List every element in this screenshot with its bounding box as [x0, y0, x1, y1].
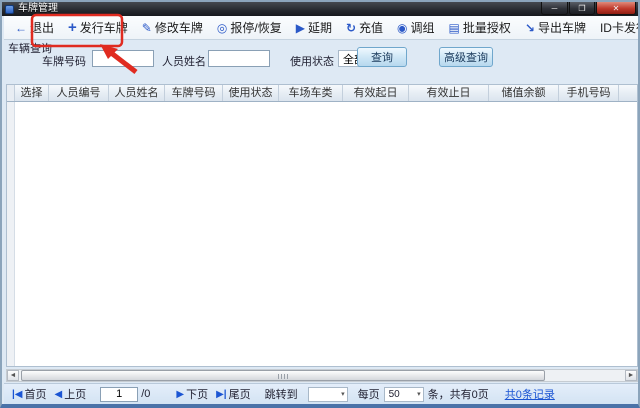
vehicle-table: 选择 人员编号 人员姓名 车牌号码 使用状态 车场车类 有效起日 有效止日 储值…	[6, 84, 638, 367]
column-header-valid-end[interactable]: 有效止日	[409, 85, 489, 101]
next-page-icon: ▶	[176, 389, 184, 400]
column-header-person-id[interactable]: 人员编号	[49, 85, 109, 101]
person-name-input[interactable]	[208, 50, 270, 67]
pagination-bar: |◀ 首页 ◀ 上页 /0 ▶ 下页 ▶| 尾页 跳转到 ▾ 每页 50 ▾ 条…	[4, 383, 638, 404]
toolbar-label-pause-restore: 报停/恢复	[230, 19, 281, 36]
use-status-label: 使用状态	[290, 53, 334, 69]
maximize-button[interactable]: ❐	[569, 2, 595, 15]
toolbar-label-exit: 退出	[30, 19, 54, 36]
page-total-label: /0	[141, 388, 150, 400]
first-page-button[interactable]: |◀ 首页	[10, 386, 47, 402]
row-selector-gutter	[7, 85, 15, 101]
batch-auth-icon: ▤	[449, 21, 460, 35]
scroll-right-icon[interactable]: ►	[625, 370, 637, 381]
toolbar-button-batch-auth[interactable]: ▤ 批量授权	[442, 17, 518, 39]
toolbar-label-adjust-group: 调组	[411, 19, 435, 36]
window-controls: ─ ❐ ✕	[540, 2, 636, 15]
jump-to-label: 跳转到	[265, 386, 298, 402]
group-icon: ◉	[397, 21, 407, 35]
close-button[interactable]: ✕	[596, 2, 636, 15]
plate-number-label: 车牌号码	[42, 53, 86, 69]
column-header-plate-number[interactable]: 车牌号码	[165, 85, 223, 101]
toolbar-button-exit[interactable]: ← 退出	[8, 17, 61, 39]
toolbar: ← 退出 + 发行车牌 ✎ 修改车牌 ◎ 报停/恢复 ▶ 延期 ↻ 充值 ◉ 调…	[4, 16, 638, 40]
column-header-person-name[interactable]: 人员姓名	[109, 85, 165, 101]
toolbar-button-recharge[interactable]: ↻ 充值	[339, 17, 390, 39]
advanced-query-button[interactable]: 高级查询	[439, 47, 493, 67]
toolbar-button-modify-plate[interactable]: ✎ 修改车牌	[135, 17, 210, 39]
toolbar-button-idcard-issue[interactable]: ID卡发行	[593, 17, 640, 39]
toolbar-label-idcard-issue: ID卡发行	[600, 19, 640, 36]
pause-restore-icon: ◎	[217, 21, 227, 35]
first-page-icon: |◀	[12, 389, 23, 400]
minimize-button[interactable]: ─	[541, 2, 568, 15]
per-page-label: 每页	[358, 386, 380, 402]
toolbar-button-issue-plate[interactable]: + 发行车牌	[61, 17, 135, 39]
scroll-left-icon[interactable]: ◄	[7, 370, 19, 381]
toolbar-label-modify-plate: 修改车牌	[155, 19, 203, 36]
app-window: 车牌管理 ─ ❐ ✕ ← 退出 + 发行车牌 ✎ 修改车牌 ◎ 报停/恢复 ▶ …	[0, 0, 640, 408]
toolbar-button-extend[interactable]: ▶ 延期	[289, 17, 339, 39]
app-icon	[5, 5, 14, 14]
exit-icon: ←	[15, 21, 27, 35]
column-header-use-status[interactable]: 使用状态	[223, 85, 279, 101]
last-page-icon: ▶|	[216, 389, 227, 400]
window-title: 车牌管理	[18, 2, 58, 16]
edit-icon: ✎	[142, 21, 152, 35]
toolbar-button-adjust-group[interactable]: ◉ 调组	[390, 17, 442, 39]
toolbar-button-pause-restore[interactable]: ◎ 报停/恢复	[210, 17, 289, 39]
toolbar-label-extend: 延期	[308, 19, 332, 36]
title-bar: 车牌管理 ─ ❐ ✕	[2, 2, 638, 16]
toolbar-label-export-plates: 导出车牌	[538, 19, 586, 36]
column-header-lot-vehicle-type[interactable]: 车场车类	[279, 85, 343, 101]
total-records-link[interactable]: 共0条记录	[505, 386, 555, 402]
jump-to-dropdown[interactable]: ▾	[308, 387, 348, 402]
chevron-down-icon: ▾	[417, 390, 421, 398]
column-header-mobile[interactable]: 手机号码	[559, 85, 619, 101]
last-page-label: 尾页	[229, 386, 251, 402]
toolbar-label-batch-auth: 批量授权	[463, 19, 511, 36]
toolbar-label-issue-plate: 发行车牌	[80, 19, 128, 36]
last-page-button[interactable]: ▶| 尾页	[214, 386, 251, 402]
records-summary: 条，共有0页	[428, 386, 489, 402]
query-button[interactable]: 查询	[357, 47, 407, 67]
row-selector-gutter-body	[7, 102, 15, 367]
scrollbar-thumb[interactable]	[21, 370, 545, 381]
extend-icon: ▶	[296, 21, 305, 35]
scrollbar-grip	[278, 374, 288, 379]
person-name-label: 人员姓名	[162, 53, 206, 69]
column-header-valid-start[interactable]: 有效起日	[343, 85, 409, 101]
next-page-label: 下页	[186, 386, 208, 402]
toolbar-button-export-plates[interactable]: ↘ 导出车牌	[518, 17, 593, 39]
page-number-input[interactable]	[100, 387, 138, 402]
per-page-value: 50	[387, 389, 400, 400]
export-icon: ↘	[525, 21, 535, 35]
horizontal-scrollbar[interactable]: ◄ ►	[6, 369, 638, 382]
recharge-icon: ↻	[346, 21, 356, 35]
chevron-down-icon: ▾	[341, 390, 345, 398]
prev-page-label: 上页	[64, 386, 86, 402]
plate-number-input[interactable]	[92, 50, 154, 67]
next-page-button[interactable]: ▶ 下页	[174, 386, 208, 402]
prev-page-icon: ◀	[55, 389, 63, 400]
per-page-dropdown[interactable]: 50 ▾	[384, 387, 424, 402]
scrollbar-track[interactable]	[19, 370, 625, 381]
column-header-stored-balance[interactable]: 储值余额	[489, 85, 559, 101]
first-page-label: 首页	[25, 386, 47, 402]
table-header-row: 选择 人员编号 人员姓名 车牌号码 使用状态 车场车类 有效起日 有效止日 储值…	[7, 85, 638, 102]
column-header-address[interactable]: 地址	[619, 85, 638, 101]
plus-icon: +	[68, 19, 77, 36]
table-body-empty	[7, 102, 638, 367]
column-header-select[interactable]: 选择	[15, 85, 49, 101]
prev-page-button[interactable]: ◀ 上页	[53, 386, 87, 402]
toolbar-label-recharge: 充值	[359, 19, 383, 36]
